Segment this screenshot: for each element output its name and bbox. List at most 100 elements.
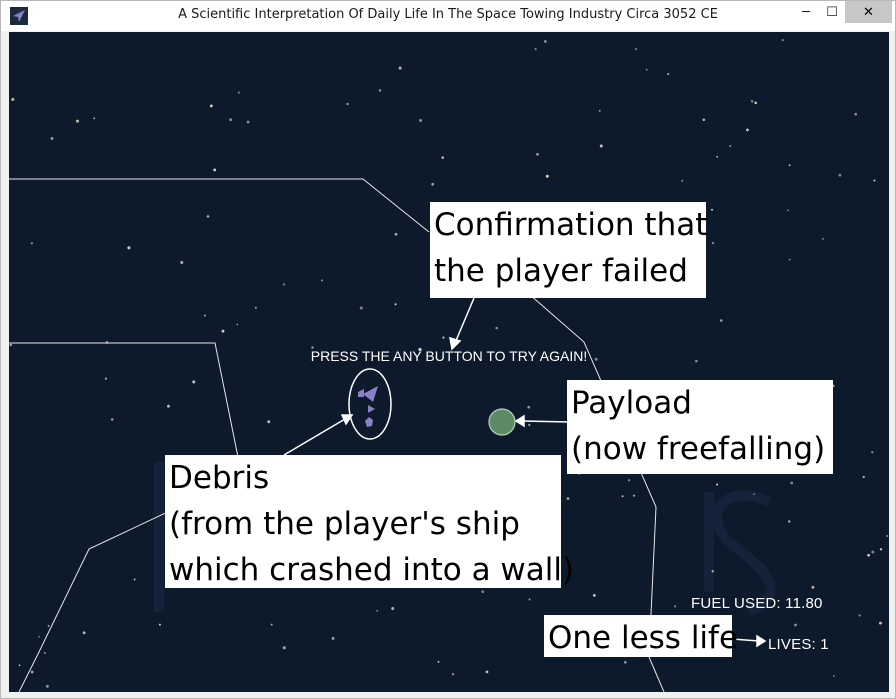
star — [394, 232, 398, 236]
star — [431, 182, 435, 186]
star — [536, 152, 539, 156]
debris-fragment — [363, 386, 378, 402]
star — [871, 451, 874, 454]
star — [30, 670, 34, 674]
star — [753, 493, 755, 495]
star — [534, 47, 537, 51]
star — [886, 534, 889, 538]
star — [206, 215, 210, 218]
star — [331, 636, 335, 640]
star — [127, 246, 131, 250]
star — [441, 156, 444, 159]
star — [871, 550, 875, 554]
star — [645, 68, 648, 71]
star — [833, 675, 835, 677]
callout-one-less-life: One less life — [544, 615, 738, 657]
star — [203, 314, 206, 317]
star — [30, 242, 33, 245]
debris-fragment — [368, 405, 375, 413]
star — [359, 306, 363, 310]
star — [180, 260, 184, 265]
star — [47, 625, 50, 627]
star — [229, 118, 232, 122]
star — [681, 179, 684, 182]
star — [729, 145, 732, 147]
star — [635, 48, 638, 51]
star — [221, 329, 225, 333]
lives-counter: LIVES: 1 — [768, 636, 829, 653]
star — [711, 241, 715, 245]
star — [858, 614, 861, 617]
fuel-used-readout: FUEL USED: 11.80 — [691, 595, 823, 612]
star — [811, 585, 815, 589]
star — [545, 174, 549, 178]
star — [376, 609, 379, 612]
star — [495, 326, 498, 330]
star — [794, 623, 797, 627]
star — [209, 104, 213, 108]
debris-highlight-ellipse — [348, 368, 392, 440]
star — [716, 155, 719, 158]
star — [192, 380, 196, 384]
star — [867, 553, 870, 557]
star — [38, 635, 40, 638]
star — [437, 660, 440, 663]
close-button[interactable]: ✕ — [845, 1, 892, 23]
upper-wall — [9, 178, 430, 233]
star — [745, 128, 749, 132]
star — [716, 483, 719, 486]
star — [754, 101, 758, 105]
debris-fragment — [358, 389, 364, 397]
star — [667, 72, 670, 76]
maximize-button[interactable]: ☐ — [817, 1, 847, 23]
star — [43, 651, 46, 654]
star — [788, 258, 791, 261]
star — [750, 100, 754, 103]
confirmation-arrow — [454, 297, 475, 344]
debris-arrow — [283, 418, 346, 456]
star — [598, 109, 601, 112]
star — [167, 404, 170, 408]
star — [236, 323, 239, 326]
star — [133, 578, 136, 581]
star — [398, 66, 402, 70]
star — [246, 120, 250, 124]
star — [451, 673, 455, 676]
star — [528, 423, 531, 427]
star — [566, 497, 570, 500]
star — [320, 279, 323, 282]
star — [267, 420, 271, 424]
callout-payload: Payload (now freefalling) — [567, 380, 833, 474]
star — [788, 164, 791, 167]
star — [50, 137, 54, 140]
star — [158, 623, 161, 626]
game-window: A Scientific Interpretation Of Daily Lif… — [0, 0, 896, 699]
star — [394, 303, 397, 306]
star — [873, 179, 876, 182]
star — [879, 548, 883, 551]
star — [790, 481, 794, 485]
callout-confirmation: Confirmation that the player failed — [430, 202, 707, 298]
payload-orb — [488, 408, 516, 436]
star — [719, 319, 723, 322]
star — [527, 405, 531, 409]
star — [838, 173, 842, 177]
star — [710, 208, 714, 211]
star — [621, 495, 624, 498]
star — [854, 112, 857, 116]
star — [76, 119, 79, 123]
star — [442, 336, 445, 339]
game-viewport[interactable]: PRESS THE ANY BUTTON TO TRY AGAIN! FUEL … — [9, 32, 889, 692]
star — [110, 418, 114, 421]
star — [624, 661, 627, 664]
star — [485, 670, 489, 674]
star — [104, 377, 108, 380]
star — [270, 623, 273, 626]
star — [599, 144, 603, 148]
star — [528, 598, 531, 601]
star — [213, 168, 217, 172]
star — [346, 102, 349, 106]
star — [787, 209, 789, 212]
star — [391, 607, 395, 610]
title-bar[interactable]: A Scientific Interpretation Of Daily Lif… — [1, 1, 895, 31]
